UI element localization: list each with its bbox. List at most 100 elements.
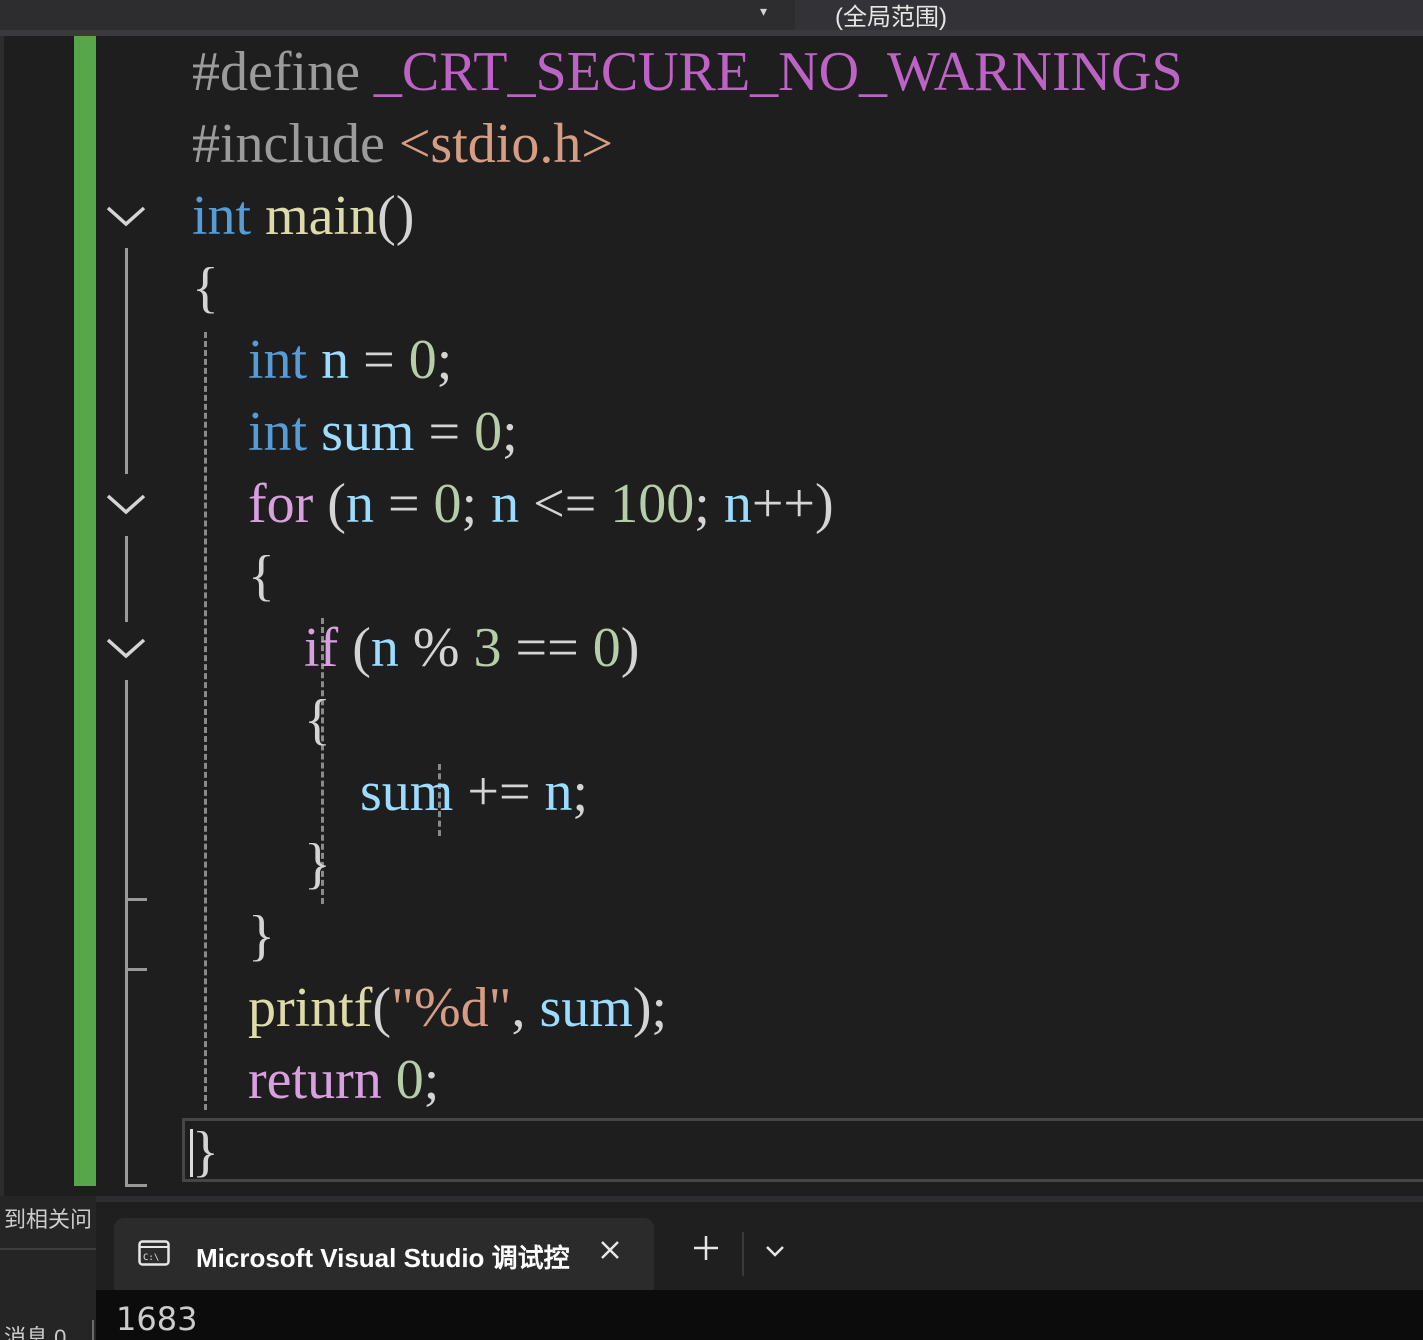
code-token: == [501,617,593,679]
code-token: if [304,617,339,679]
code-token: ; [461,473,492,535]
change-tracking-bar [74,36,96,1186]
code-token: += [453,761,545,823]
console-output-area[interactable]: 1683 [96,1290,1423,1340]
code-token: , [511,977,540,1039]
outline-line-if [125,680,128,1186]
navigation-bar: ▾ (全局范围) [0,0,1423,36]
code-token: return [248,1049,382,1111]
code-line[interactable]: int sum = 0; [192,396,518,468]
console-tab[interactable]: C:\ Microsoft Visual Studio 调试控 [114,1218,654,1290]
code-token: n [723,473,752,535]
code-line[interactable]: { [192,540,275,612]
scope-dropdown[interactable]: (全局范围) [795,0,1423,31]
code-token: ( [313,473,346,535]
code-line[interactable]: } [192,900,275,972]
outline-end-main [125,1184,147,1187]
code-token: "%d" [391,977,512,1039]
code-token: ; [436,329,453,391]
members-dropdown-arrow-icon[interactable]: ▾ [760,3,767,19]
code-token: n [345,473,374,535]
code-token: = [373,473,434,535]
console-tab-title: Microsoft Visual Studio 调试控 [196,1243,570,1273]
code-token: ); [632,977,668,1039]
svg-text:C:\: C:\ [143,1253,159,1263]
current-line-highlight [182,1118,1423,1182]
code-token: n [544,761,573,823]
code-token: = [414,401,475,463]
code-line[interactable]: #include <stdio.h> [192,108,613,180]
code-line[interactable]: if (n % 3 == 0) [192,612,639,684]
code-token: ++) [751,473,834,535]
code-token: 0 [474,401,503,463]
code-token: #define [192,41,360,103]
code-line[interactable]: } [192,828,331,900]
editor-left-edge [0,36,4,1196]
code-token: sum [360,761,454,823]
close-icon[interactable] [594,1234,626,1266]
error-list-panel: 到相关问 消息 0 [0,1196,96,1340]
code-token: { [192,689,331,751]
code-token: n [321,329,350,391]
code-token: ; [572,761,589,823]
code-line[interactable]: int n = 0; [192,324,452,396]
code-token: <= [519,473,611,535]
new-tab-plus-icon[interactable] [688,1230,724,1266]
fold-main-chevron-down-icon[interactable] [104,200,148,232]
code-token: 3 [473,617,502,679]
code-line[interactable]: return 0; [192,1044,439,1116]
code-token: } [192,1121,219,1183]
code-token: { [192,257,219,319]
code-line[interactable]: #define _CRT_SECURE_NO_WARNINGS [192,36,1183,108]
code-line[interactable]: int main() [192,180,414,252]
console-output-text: 1683 [116,1300,198,1338]
code-line[interactable]: for (n = 0; n <= 100; n++) [192,468,834,540]
code-line[interactable]: { [192,252,219,324]
code-token: ; [502,401,518,463]
chevron-down-icon[interactable] [762,1238,788,1264]
code-token: 0 [408,329,437,391]
error-list-divider [92,1320,94,1340]
code-token: n [370,617,399,679]
code-line[interactable]: printf("%d", sum); [192,972,667,1044]
code-token: } [192,905,275,967]
code-line[interactable]: sum += n; [192,756,588,828]
code-token: _CRT_SECURE_NO_WARNINGS [373,41,1183,103]
code-token: int [248,329,308,391]
outline-end-if [125,898,147,901]
code-token: = [349,329,409,391]
code-token: sum [539,977,633,1039]
code-token: { [192,545,275,607]
code-token: n [491,473,520,535]
code-token: sum [321,401,415,463]
error-list-title: 到相关问 [4,1207,93,1232]
code-token: main [265,185,378,247]
code-line[interactable]: { [192,684,331,756]
code-token: printf [248,977,373,1039]
code-token: ; [694,473,724,535]
fold-if-chevron-down-icon[interactable] [104,632,148,664]
code-line[interactable]: } [192,1116,219,1188]
code-editor[interactable]: #define _CRT_SECURE_NO_WARNINGS #include… [0,36,1423,1196]
code-token: 100 [610,473,695,535]
outline-line-main [125,248,128,474]
error-list-separator [0,1248,96,1250]
debug-console-window: C:\ Microsoft Visual Studio 调试控 1683 [96,1202,1423,1340]
messages-filter-button[interactable]: 消息 0 [4,1320,66,1340]
bottom-panel: 到相关问 消息 0 C:\ Microsoft Visual Studio 调试… [0,1196,1423,1340]
scope-label: (全局范围) [835,4,947,31]
fold-for-chevron-down-icon[interactable] [104,488,148,520]
console-app-icon: C:\ [138,1240,170,1271]
code-token: % [398,617,474,679]
